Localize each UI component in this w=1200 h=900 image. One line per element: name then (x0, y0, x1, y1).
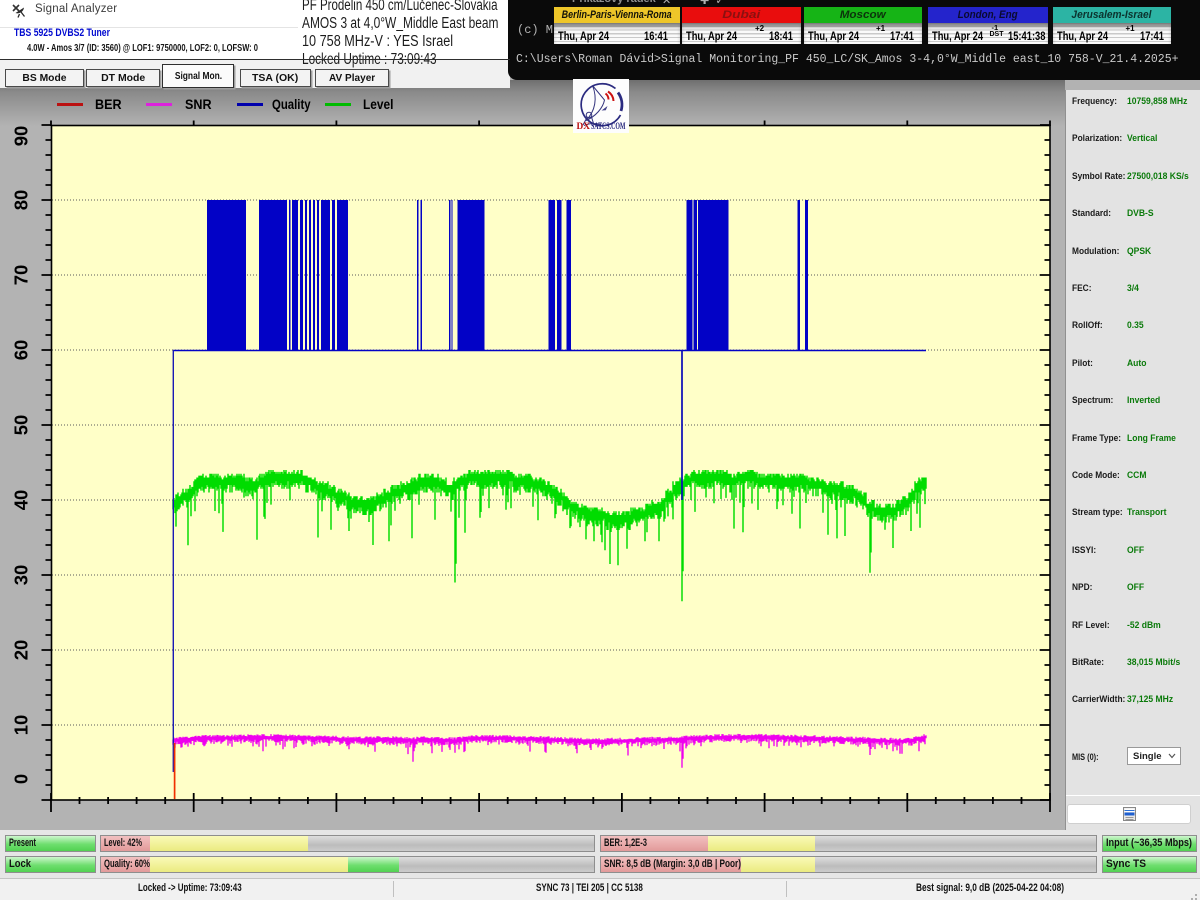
svg-text:30: 30 (11, 565, 32, 586)
svg-text:SATCS.COM: SATCS.COM (591, 121, 626, 131)
svg-text:40: 40 (11, 490, 32, 511)
svg-text:80: 80 (11, 190, 32, 211)
svg-text:DX: DX (577, 121, 591, 131)
svg-text:20: 20 (11, 640, 32, 661)
svg-text:10: 10 (11, 715, 32, 736)
svg-text:50: 50 (11, 415, 32, 436)
svg-text:70: 70 (11, 265, 32, 286)
svg-text:60: 60 (11, 340, 32, 361)
svg-text:90: 90 (11, 126, 32, 147)
svg-text:0: 0 (11, 774, 32, 784)
